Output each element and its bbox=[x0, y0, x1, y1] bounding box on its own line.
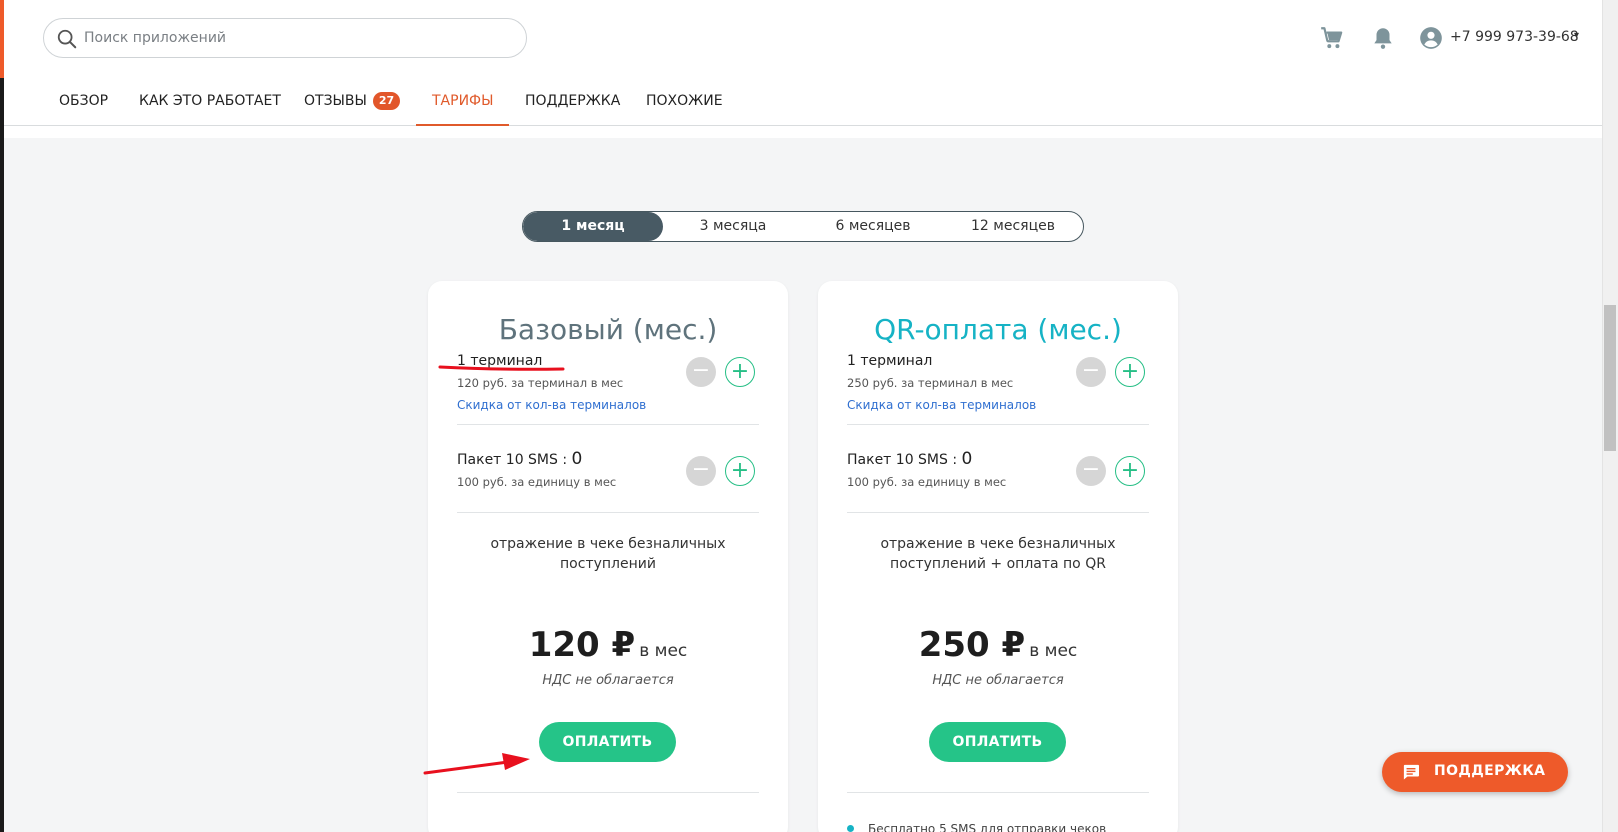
support-button-label: ПОДДЕРЖКА bbox=[1434, 763, 1546, 779]
scrollbar-thumb[interactable] bbox=[1604, 305, 1616, 451]
tab-reviews[interactable]: ОТЗЫВЫ 27 bbox=[304, 78, 401, 126]
plan-description: отражение в чеке безналичных поступлений bbox=[490, 536, 726, 572]
plan-card-qr: QR-оплата (мес.) 1 терминал 250 руб. за … bbox=[818, 281, 1178, 832]
top-bar: +7 999 973-39-68 ▾ bbox=[4, 0, 1602, 78]
pay-button[interactable]: ОПЛАТИТЬ bbox=[539, 722, 676, 762]
tab-tariffs[interactable]: ТАРИФЫ bbox=[416, 78, 510, 126]
divider bbox=[847, 512, 1149, 513]
tab-label: ТАРИФЫ bbox=[432, 93, 494, 109]
sms-price-note: 100 руб. за единицу в мес bbox=[847, 475, 1007, 489]
period-1-month[interactable]: 1 месяц bbox=[523, 212, 663, 241]
sms-package-text: Пакет 10 SMS : bbox=[457, 452, 572, 468]
terminal-decrement-button[interactable]: − bbox=[686, 357, 716, 387]
support-chat-button[interactable]: ПОДДЕРЖКА bbox=[1382, 752, 1568, 792]
account-dropdown-caret[interactable]: ▾ bbox=[1574, 30, 1579, 41]
divider bbox=[457, 424, 759, 425]
divider bbox=[847, 792, 1149, 793]
tab-label: КАК ЭТО РАБОТАЕТ bbox=[139, 93, 281, 109]
period-3-months[interactable]: 3 месяца bbox=[663, 212, 803, 241]
terminal-increment-button[interactable]: + bbox=[1115, 357, 1145, 387]
tab-support[interactable]: ПОДДЕРЖКА bbox=[525, 78, 620, 126]
terminal-price-note: 120 руб. за терминал в мес bbox=[457, 376, 624, 390]
period-6-months[interactable]: 6 месяцев bbox=[803, 212, 943, 241]
vat-note: НДС не облагается bbox=[932, 673, 1064, 688]
vat-note: НДС не облагается bbox=[542, 673, 674, 688]
search-box[interactable] bbox=[43, 18, 527, 58]
plan-description: отражение в чеке безналичных поступлений… bbox=[880, 536, 1116, 572]
plan-price: 250 ₽ в мес bbox=[818, 625, 1178, 665]
period-selector: 1 месяц 3 месяца 6 месяцев 12 месяцев bbox=[522, 211, 1084, 242]
price-value: 120 ₽ bbox=[528, 625, 636, 665]
sms-package-label: Пакет 10 SMS : 0 bbox=[457, 449, 582, 469]
plan-title: QR-оплата (мес.) bbox=[874, 313, 1122, 346]
tab-how-it-works[interactable]: КАК ЭТО РАБОТАЕТ bbox=[139, 78, 281, 126]
tab-label: ПОДДЕРЖКА bbox=[525, 93, 621, 109]
tab-similar[interactable]: ПОХОЖИЕ bbox=[646, 78, 723, 126]
sms-decrement-button[interactable]: − bbox=[686, 456, 716, 486]
sms-package-label: Пакет 10 SMS : 0 bbox=[847, 449, 972, 469]
account-icon[interactable] bbox=[1418, 25, 1444, 51]
search-icon bbox=[57, 29, 77, 49]
sms-increment-button[interactable]: + bbox=[725, 456, 755, 486]
bullet-icon bbox=[847, 825, 854, 832]
tab-label: ОБЗОР bbox=[59, 93, 109, 109]
plan-title: Базовый (мес.) bbox=[498, 313, 718, 346]
nav-spacer bbox=[4, 126, 1602, 138]
plan-feature: Бесплатно 5 SMS для отправки чеков bbox=[847, 822, 1106, 832]
terminal-count-label: 1 терминал bbox=[847, 353, 933, 369]
sms-package-count: 0 bbox=[571, 449, 583, 469]
tab-overview[interactable]: ОБЗОР bbox=[59, 78, 108, 126]
terminal-discount-link[interactable]: Скидка от кол-ва терминалов bbox=[457, 398, 646, 412]
plan-card-basic: Базовый (мес.) 1 терминал 120 руб. за те… bbox=[428, 281, 788, 832]
sms-package-text: Пакет 10 SMS : bbox=[847, 452, 962, 468]
feature-text: Бесплатно 5 SMS для отправки чеков bbox=[868, 822, 1107, 832]
tab-navigation: ОБЗОР КАК ЭТО РАБОТАЕТ ОТЗЫВЫ 27 ТАРИФЫ П… bbox=[4, 78, 1602, 126]
terminal-decrement-button[interactable]: − bbox=[1076, 357, 1106, 387]
account-phone[interactable]: +7 999 973-39-68 bbox=[1450, 29, 1579, 45]
terminal-price-note: 250 руб. за терминал в мес bbox=[847, 376, 1014, 390]
pay-button[interactable]: ОПЛАТИТЬ bbox=[929, 722, 1066, 762]
price-unit: в мес bbox=[1029, 641, 1078, 661]
period-12-months[interactable]: 12 месяцев bbox=[943, 212, 1083, 241]
terminal-count-label: 1 терминал bbox=[457, 353, 543, 369]
plan-price: 120 ₽ в мес bbox=[428, 625, 788, 665]
chat-icon bbox=[1403, 764, 1419, 780]
divider bbox=[847, 424, 1149, 425]
divider bbox=[457, 792, 759, 793]
search-input[interactable] bbox=[84, 19, 514, 57]
tab-label: ПОХОЖИЕ bbox=[646, 93, 723, 109]
cart-icon[interactable] bbox=[1319, 25, 1345, 51]
price-value: 250 ₽ bbox=[918, 625, 1026, 665]
divider bbox=[457, 512, 759, 513]
tab-label: ОТЗЫВЫ bbox=[304, 93, 367, 109]
sms-package-count: 0 bbox=[961, 449, 973, 469]
sms-decrement-button[interactable]: − bbox=[1076, 456, 1106, 486]
terminal-discount-link[interactable]: Скидка от кол-ва терминалов bbox=[847, 398, 1036, 412]
sms-price-note: 100 руб. за единицу в мес bbox=[457, 475, 617, 489]
terminal-increment-button[interactable]: + bbox=[725, 357, 755, 387]
bell-icon[interactable] bbox=[1370, 25, 1396, 51]
reviews-count-badge: 27 bbox=[372, 92, 401, 110]
sms-increment-button[interactable]: + bbox=[1115, 456, 1145, 486]
price-unit: в мес bbox=[639, 641, 688, 661]
